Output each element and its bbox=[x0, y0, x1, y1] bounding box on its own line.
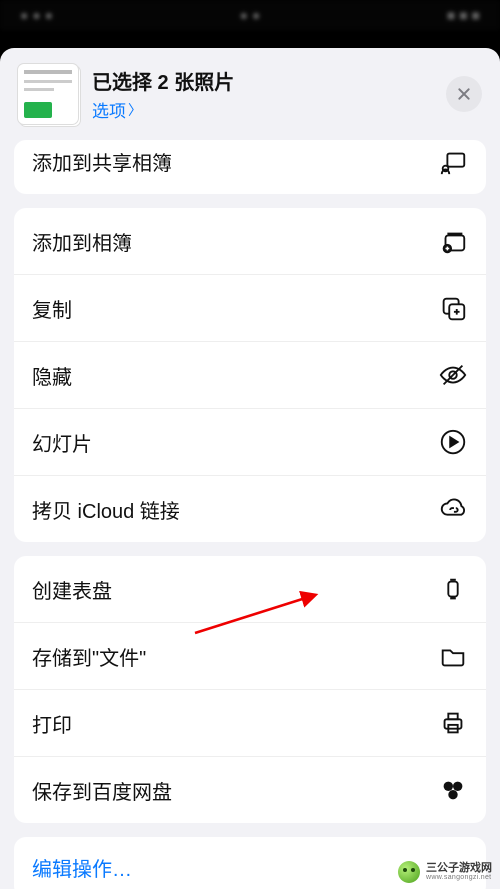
action-add-to-album[interactable]: 添加到相簿 bbox=[14, 208, 486, 274]
close-icon bbox=[456, 86, 472, 102]
action-copy[interactable]: 复制 bbox=[14, 274, 486, 341]
status-bar: ● ● ●● ●■ ■ ■ bbox=[0, 0, 500, 30]
add-to-album-icon bbox=[438, 226, 468, 256]
watermark: 三公子游戏网 www.sangongzi.net bbox=[398, 861, 492, 883]
action-save-to-files[interactable]: 存储到"文件" bbox=[14, 622, 486, 689]
watch-face-icon bbox=[438, 574, 468, 604]
action-icloud-link[interactable]: 拷贝 iCloud 链接 bbox=[14, 475, 486, 542]
action-slideshow[interactable]: 幻灯片 bbox=[14, 408, 486, 475]
icloud-link-icon bbox=[438, 494, 468, 524]
action-add-shared-album[interactable]: 添加到共享相簿 bbox=[14, 140, 486, 194]
action-label: 隐藏 bbox=[32, 361, 72, 390]
actions-scroll[interactable]: 添加到共享相簿 添加到相簿 复制 隐藏 bbox=[0, 140, 500, 889]
action-print[interactable]: 打印 bbox=[14, 689, 486, 756]
edit-actions-label: 编辑操作… bbox=[32, 859, 132, 881]
print-icon bbox=[438, 708, 468, 738]
action-label: 复制 bbox=[32, 294, 72, 323]
action-label: 拷贝 iCloud 链接 bbox=[32, 495, 180, 524]
action-group-1: 添加到相簿 复制 隐藏 幻灯片 bbox=[14, 208, 486, 542]
watermark-cn: 三公子游戏网 bbox=[426, 863, 492, 874]
options-link[interactable]: 选项 〉 bbox=[92, 97, 432, 122]
watermark-en: www.sangongzi.net bbox=[426, 874, 492, 881]
sheet-header: 已选择 2 张照片 选项 〉 bbox=[0, 48, 500, 140]
chevron-right-icon: 〉 bbox=[128, 100, 142, 120]
action-label: 存储到"文件" bbox=[32, 642, 146, 671]
share-sheet: 已选择 2 张照片 选项 〉 添加到共享相簿 添加到相簿 bbox=[0, 48, 500, 889]
action-label: 添加到相簿 bbox=[32, 227, 132, 256]
action-group-2: 创建表盘 存储到"文件" 打印 保存到百度网盘 bbox=[14, 556, 486, 823]
baidu-pan-icon bbox=[438, 775, 468, 805]
action-label: 保存到百度网盘 bbox=[32, 776, 172, 805]
sheet-title: 已选择 2 张照片 bbox=[92, 66, 432, 95]
files-icon bbox=[438, 641, 468, 671]
action-create-watch-face[interactable]: 创建表盘 bbox=[14, 556, 486, 622]
options-label: 选项 bbox=[92, 97, 126, 122]
slideshow-icon bbox=[438, 427, 468, 457]
action-label: 添加到共享相簿 bbox=[32, 147, 172, 176]
action-save-baidu-pan[interactable]: 保存到百度网盘 bbox=[14, 756, 486, 823]
selection-thumbnail[interactable] bbox=[18, 64, 78, 124]
action-label: 幻灯片 bbox=[32, 428, 92, 457]
action-group-0: 添加到共享相簿 bbox=[14, 140, 486, 194]
action-label: 打印 bbox=[32, 709, 72, 738]
action-label: 创建表盘 bbox=[32, 575, 112, 604]
watermark-icon bbox=[398, 861, 420, 883]
action-hide[interactable]: 隐藏 bbox=[14, 341, 486, 408]
close-button[interactable] bbox=[446, 76, 482, 112]
hide-icon bbox=[438, 360, 468, 390]
shared-album-icon bbox=[438, 146, 468, 176]
copy-icon bbox=[438, 293, 468, 323]
